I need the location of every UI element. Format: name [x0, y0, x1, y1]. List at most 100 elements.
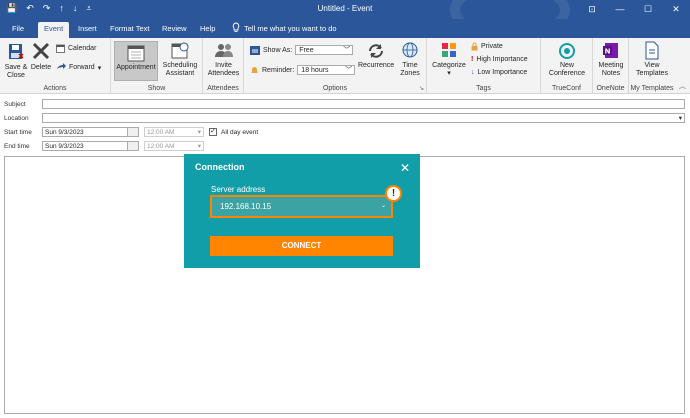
save-close-label: Save & Close: [4, 64, 28, 79]
window-controls: ⊡ — ☐ ✕: [578, 0, 690, 19]
start-time-row: Start time Sun 9/3/2023 12:00 AM ▾ ✓ All…: [0, 127, 690, 138]
group-options-label: Options: [322, 85, 348, 92]
maximize-icon[interactable]: ☐: [634, 0, 662, 19]
dialog-title: Connection: [195, 162, 245, 172]
reminder-control[interactable]: Reminder: 18 hours ﹀: [250, 65, 356, 75]
group-my-templates-label: My Templates: [630, 85, 674, 92]
connect-button[interactable]: CONNECT: [210, 236, 393, 256]
time-zones-label: Time Zones: [400, 62, 420, 77]
globe-icon: [402, 42, 418, 58]
start-time-input: 12:00 AM ▾: [144, 127, 204, 137]
server-address-value: 192.168.10.15: [220, 202, 272, 211]
show-as-dropdown[interactable]: Free ﹀: [295, 45, 354, 55]
show-as-icon: [250, 45, 260, 55]
collapse-ribbon-icon[interactable]: ︿: [679, 81, 686, 91]
end-time-label: End time: [4, 143, 30, 150]
recurrence-label: Recurrence: [358, 62, 395, 69]
show-as-chevron-icon: ﹀: [343, 47, 351, 54]
new-conference-label: New Conference: [548, 62, 586, 77]
low-importance-icon: ↓: [471, 69, 475, 76]
scheduling-assistant-icon: [171, 42, 189, 59]
group-actions-label: Actions: [43, 85, 67, 92]
categorize-icon: [442, 43, 456, 57]
tab-insert[interactable]: Insert: [72, 22, 103, 38]
location-row: Location ▾: [0, 113, 690, 124]
templates-icon: [645, 41, 659, 60]
save-close-button[interactable]: Save & Close: [4, 41, 28, 80]
subject-input[interactable]: [42, 99, 685, 109]
calendar-button[interactable]: Calendar: [56, 44, 96, 53]
meeting-notes-label: Meeting Notes: [598, 62, 624, 77]
appointment-icon: [127, 45, 145, 62]
end-time-value: 12:00 AM: [147, 143, 175, 150]
end-date-calendar-icon[interactable]: [127, 141, 139, 151]
close-icon[interactable]: ✕: [662, 0, 690, 19]
save-close-icon: [9, 44, 24, 59]
private-label: Private: [481, 43, 503, 50]
tab-help[interactable]: Help: [194, 22, 221, 38]
server-address-input[interactable]: 192.168.10.15 ⌄: [210, 195, 393, 218]
appointment-button[interactable]: Appointment: [114, 41, 158, 81]
start-time-value: 12:00 AM: [147, 129, 175, 136]
server-address-chevron-icon[interactable]: ⌄: [381, 197, 386, 216]
group-tags: Categorize ▾ Private ! High Importance ↓…: [427, 38, 541, 94]
subject-label: Subject: [4, 101, 26, 108]
tab-event[interactable]: Event: [38, 22, 70, 38]
group-trueconf: New Conference TrueConf: [541, 38, 593, 94]
tab-review[interactable]: Review: [156, 22, 193, 38]
forward-icon: [57, 63, 66, 69]
view-templates-label: View Templates: [636, 62, 668, 77]
end-date-input[interactable]: Sun 9/3/2023: [42, 141, 139, 151]
forward-dropdown-icon: ▾: [97, 64, 102, 72]
forward-label: Forward: [69, 64, 95, 71]
high-importance-icon: !: [471, 56, 474, 63]
forward-button[interactable]: Forward ▾: [56, 63, 101, 72]
location-dropdown-icon[interactable]: ▾: [679, 114, 682, 123]
appointment-label: Appointment: [116, 64, 156, 71]
recurrence-icon: [369, 44, 383, 58]
reminder-dropdown[interactable]: 18 hours ﹀: [297, 65, 356, 75]
start-date-calendar-icon[interactable]: [127, 127, 139, 137]
new-conference-button[interactable]: New Conference: [544, 41, 590, 78]
private-button[interactable]: Private: [471, 42, 503, 51]
group-tags-label: Tags: [476, 85, 491, 92]
svg-text:N: N: [605, 48, 611, 56]
tab-format-text[interactable]: Format Text: [104, 22, 155, 38]
reminder-label: Reminder:: [262, 66, 295, 74]
start-time-label: Start time: [4, 129, 32, 136]
tab-file[interactable]: File: [6, 22, 30, 38]
meeting-notes-button[interactable]: N Meeting Notes: [595, 41, 627, 78]
end-time-row: End time Sun 9/3/2023 12:00 AM ▾: [0, 141, 690, 152]
lightbulb-icon: [232, 22, 240, 32]
reminder-value: 18 hours: [301, 67, 329, 74]
categorize-button[interactable]: Categorize ▾: [430, 41, 468, 78]
group-show: Appointment Scheduling Assistant Show: [111, 38, 203, 94]
all-day-checkbox[interactable]: ✓: [209, 128, 217, 136]
recurrence-button[interactable]: Recurrence: [358, 41, 394, 70]
invite-attendees-button[interactable]: Invite Attendees: [205, 41, 242, 78]
group-options: Show As: Free ﹀ Reminder: 18 hours ﹀ Rec…: [244, 38, 427, 94]
show-as-control[interactable]: Show As: Free ﹀: [250, 45, 354, 55]
options-launcher-icon[interactable]: ↘: [419, 85, 424, 92]
group-actions: Save & Close Delete Calendar Forward ▾ A…: [0, 38, 111, 94]
time-zones-button[interactable]: Time Zones: [397, 41, 423, 78]
location-input[interactable]: ▾: [42, 113, 685, 123]
reminder-chevron-icon: ﹀: [345, 67, 353, 74]
high-importance-button[interactable]: ! High Importance: [471, 56, 528, 63]
dialog-close-icon[interactable]: ✕: [400, 161, 410, 175]
view-templates-button[interactable]: View Templates: [632, 41, 672, 78]
ribbon-display-icon[interactable]: ⊡: [578, 0, 606, 19]
start-date-value: Sun 9/3/2023: [45, 129, 84, 136]
show-as-label: Show As:: [263, 46, 293, 54]
warning-icon: !: [385, 185, 402, 202]
scheduling-assistant-button[interactable]: Scheduling Assistant: [160, 41, 200, 78]
tell-me-search[interactable]: Tell me what you want to do: [232, 22, 337, 35]
group-show-label: Show: [147, 85, 166, 92]
delete-button[interactable]: Delete: [30, 41, 52, 72]
group-onenote: N Meeting Notes OneNote: [593, 38, 629, 94]
delete-label: Delete: [30, 64, 52, 71]
low-importance-button[interactable]: ↓ Low Importance: [471, 69, 527, 76]
start-date-input[interactable]: Sun 9/3/2023: [42, 127, 139, 137]
subject-row: Subject: [0, 99, 690, 110]
minimize-icon[interactable]: —: [606, 0, 634, 19]
